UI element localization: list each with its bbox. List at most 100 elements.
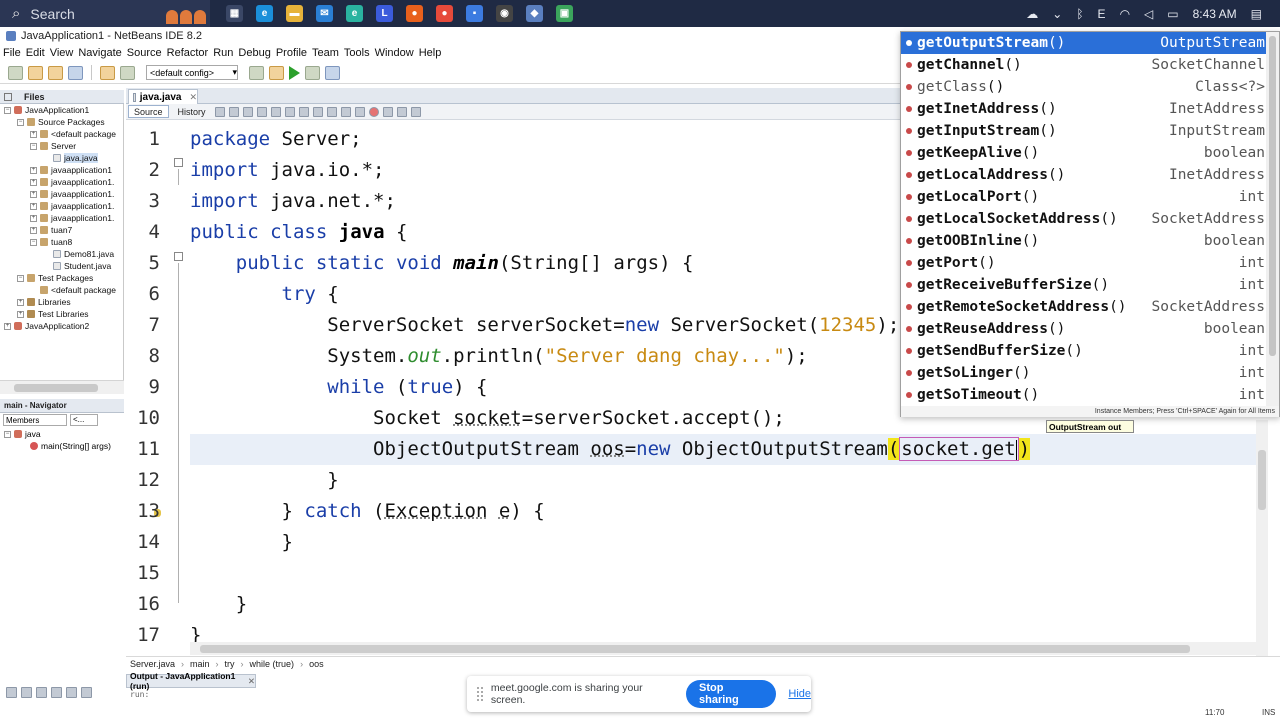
completion-item[interactable]: getLocalPort() int [901,186,1267,208]
code-line[interactable]: } [190,465,1256,496]
edge-dev-icon[interactable]: e [346,5,363,22]
breadcrumb-item[interactable]: Server.java [130,659,175,669]
collapse-icon[interactable]: − [4,106,11,114]
completion-item[interactable]: getSendBufferSize() int [901,340,1267,362]
palette-icon[interactable] [66,686,77,698]
scroll-thumb[interactable] [200,645,1190,653]
debug-icon[interactable] [305,65,320,80]
tab-java-java[interactable]: java.java ✕ [128,89,198,104]
toggle-highlight-icon[interactable] [298,106,309,117]
menu-team[interactable]: Team [312,47,339,59]
notifications-icon[interactable]: ▤ [1251,7,1262,21]
tree-item[interactable]: + Test Libraries [17,308,89,320]
source-button[interactable]: Source [128,105,169,118]
code-line-current[interactable]: ObjectOutputStream oos=new ObjectOutputS… [190,434,1256,465]
completion-item[interactable]: getInputStream() InputStream [901,120,1267,142]
tree-item[interactable]: + <default package [30,128,116,140]
redo-icon[interactable] [120,65,135,80]
navigator-item[interactable]: − java [4,428,41,440]
run-icon[interactable] [289,65,300,80]
menu-tools[interactable]: Tools [344,47,370,59]
menu-file[interactable]: File [3,47,21,59]
tree-item[interactable]: + JavaApplication2 [4,320,89,332]
app-l-icon[interactable]: L [376,5,393,22]
config-select[interactable]: <default config> ▾ [146,65,238,80]
debug-panel-icon[interactable] [36,686,47,698]
comment-icon[interactable] [340,106,351,117]
chrome-icon[interactable]: ● [436,5,453,22]
expand-icon[interactable]: + [17,298,24,306]
collapse-icon[interactable]: − [17,118,24,126]
expand-icon[interactable]: + [30,178,37,186]
find-prev-icon[interactable] [270,106,281,117]
tree-item[interactable]: + javaapplication1. [30,200,114,212]
collapse-icon[interactable]: − [30,238,37,246]
stop-macro-icon[interactable] [382,106,393,117]
navigator-tab[interactable]: main - Navigator [0,399,124,413]
code-line[interactable] [190,558,1256,589]
expand-icon[interactable]: + [30,190,37,198]
completion-item[interactable]: getOOBInline() boolean [901,230,1267,252]
forward-icon[interactable] [242,106,253,117]
completion-item[interactable]: getKeepAlive() boolean [901,142,1267,164]
completion-item[interactable]: getReuseAddress() boolean [901,318,1267,340]
expand-icon[interactable]: + [4,322,11,330]
tree-item[interactable]: + Libraries [17,296,71,308]
tree-item[interactable]: Student.java [43,260,111,272]
files-tab[interactable]: Files [0,90,124,104]
code-line[interactable]: } [190,527,1256,558]
build-icon[interactable] [249,65,264,80]
editor-horizontal-scrollbar[interactable] [190,642,1256,655]
completion-item[interactable]: getLocalSocketAddress() SocketAddress [901,208,1267,230]
expand-icon[interactable]: + [30,202,37,210]
breadcrumb-item[interactable]: main [190,659,210,669]
close-icon[interactable]: ✕ [248,676,255,687]
new-file-icon[interactable] [28,65,43,80]
tree-item[interactable]: + javaapplication1. [30,176,114,188]
tree-item[interactable]: <default package [30,284,116,296]
services-icon[interactable] [51,686,62,698]
back-icon[interactable] [228,106,239,117]
profile-icon[interactable] [325,65,340,80]
completion-item[interactable]: getInetAddress() InetAddress [901,98,1267,120]
next-bookmark-icon[interactable] [410,106,421,117]
menu-window[interactable]: Window [375,47,414,59]
tree-item[interactable]: − tuan8 [30,236,72,248]
tasks-icon[interactable] [81,686,92,698]
breadcrumb-item[interactable]: try [225,659,235,669]
firefox-icon[interactable]: ● [406,5,423,22]
app-green-icon[interactable]: ▣ [556,5,573,22]
expand-icon[interactable]: + [17,310,24,318]
scroll-thumb[interactable] [1258,450,1266,510]
tree-item[interactable]: − Test Packages [17,272,93,284]
collapse-icon[interactable]: − [30,142,37,150]
tree-item[interactable]: + javaapplication1. [30,212,114,224]
menu-navigate[interactable]: Navigate [78,47,121,59]
window-icon[interactable] [21,686,32,698]
collapse-icon[interactable]: − [4,430,11,438]
expand-icon[interactable]: + [30,166,37,174]
completion-item[interactable]: getChannel() SocketChannel [901,54,1267,76]
undo-icon[interactable] [100,65,115,80]
navigator-search-input[interactable]: <... [70,414,98,426]
fold-toggle-icon[interactable] [174,158,183,167]
task-view-icon[interactable]: ▦ [226,5,243,22]
wifi-icon[interactable]: ◠ [1120,7,1130,21]
start-macro-icon[interactable] [368,106,379,117]
navigator-members-select[interactable]: Members [3,414,67,426]
new-project-icon[interactable] [8,65,23,80]
project-tree-scrollbar[interactable] [0,380,124,394]
input-method-icon[interactable]: Ε [1098,7,1106,21]
menu-edit[interactable]: Edit [26,47,45,59]
chevron-up-icon[interactable]: ⌄ [1052,7,1062,21]
tree-item[interactable]: + tuan7 [30,224,72,236]
volume-icon[interactable]: ◁ [1144,7,1153,21]
menu-refactor[interactable]: Refactor [167,47,209,59]
tree-item[interactable]: java.java [43,152,98,164]
navigator-item[interactable]: main(String[] args) [30,440,111,452]
expand-icon[interactable]: + [30,226,37,234]
hide-link[interactable]: Hide [788,688,811,700]
find-icon[interactable] [256,106,267,117]
obs-icon[interactable]: ◉ [496,5,513,22]
battery-icon[interactable]: ▭ [1167,7,1178,21]
